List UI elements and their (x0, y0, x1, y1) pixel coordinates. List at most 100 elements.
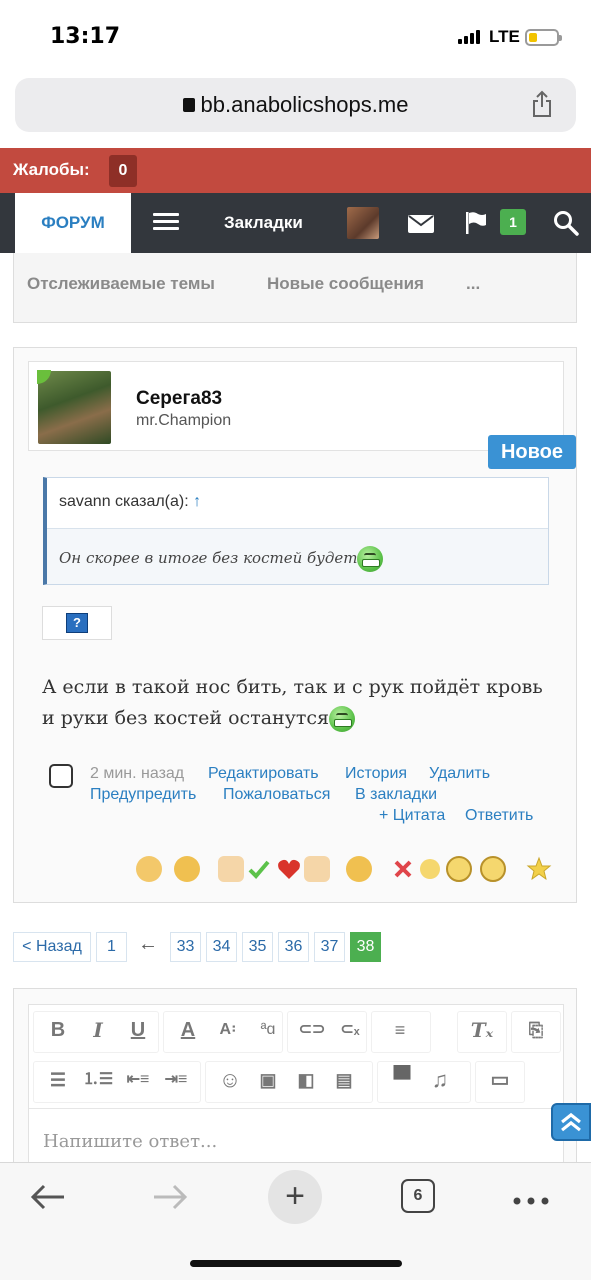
home-indicator (190, 1260, 402, 1267)
save-draft-icon[interactable]: ▭ (481, 1061, 519, 1099)
reaction-check-icon[interactable] (246, 856, 272, 882)
edit-link[interactable]: Редактировать (208, 765, 319, 783)
warn-link[interactable]: Предупредить (90, 786, 196, 804)
reaction-cool-icon[interactable] (346, 856, 372, 882)
complaints-label: Жалобы: (13, 160, 90, 179)
reaction-cross-icon[interactable] (390, 856, 416, 882)
subtab-watched-threads[interactable]: Отслеживаемые темы (27, 274, 215, 294)
battery-icon (525, 29, 562, 46)
page-prev-button[interactable]: < Назад (13, 932, 91, 962)
delete-link[interactable]: Удалить (429, 765, 490, 783)
page-link[interactable]: 37 (314, 932, 345, 962)
reaction-sad-icon[interactable] (446, 856, 472, 882)
scroll-to-top-icon[interactable] (551, 1103, 591, 1141)
quote-header: savann сказал(а): ↑ (47, 478, 548, 529)
reaction-facepalm-icon[interactable] (136, 856, 162, 882)
more-options-icon[interactable] (513, 1185, 549, 1217)
nav-bookmarks[interactable]: Закладки (224, 213, 303, 233)
mail-icon[interactable] (408, 215, 434, 233)
reaction-thumbs-down-icon[interactable] (304, 856, 330, 882)
complaints-count-badge[interactable]: 0 (109, 155, 137, 187)
reactions-bar (136, 852, 556, 888)
insert-icon[interactable]: ▤ (325, 1061, 363, 1099)
post-time[interactable]: 2 мин. назад (90, 765, 184, 783)
url-text: bb.anabolicshops.me (200, 92, 409, 117)
page-link[interactable]: 35 (242, 932, 273, 962)
signal-icon (458, 30, 480, 44)
report-link[interactable]: Пожаловаться (223, 786, 330, 804)
flag-icon[interactable] (464, 211, 488, 235)
author-name[interactable]: Серега83 (136, 388, 222, 410)
quote-bubble-icon[interactable]: ▀ (383, 1061, 421, 1099)
forward-arrow-icon[interactable] (152, 1181, 188, 1213)
share-icon[interactable] (530, 90, 554, 118)
numbered-list-icon[interactable]: ⒈☰ (79, 1061, 117, 1099)
underline-icon[interactable]: U (119, 1011, 157, 1049)
user-avatar[interactable] (347, 207, 379, 239)
unlink-icon[interactable]: ⊂ₓ (331, 1011, 369, 1049)
post-message: А если в такой нос бить, так и с рук пой… (42, 672, 552, 734)
reaction-heart-icon[interactable] (276, 856, 302, 882)
quote-text-content: Он скорее в итоге без костей будет (59, 549, 358, 567)
lock-icon (182, 98, 195, 112)
subtab-more[interactable]: ... (466, 274, 480, 294)
hamburger-menu-icon[interactable] (153, 213, 179, 231)
link-icon[interactable]: ⊂⊃ (293, 1011, 331, 1049)
back-arrow-icon[interactable] (30, 1181, 66, 1213)
search-icon[interactable] (553, 210, 579, 236)
remove-format-icon[interactable]: Tₓ (463, 1011, 501, 1049)
image-icon[interactable]: ▣ (249, 1061, 287, 1099)
page-current[interactable]: 38 (350, 932, 381, 962)
page-1-link[interactable]: 1 (96, 932, 127, 962)
bullet-list-icon[interactable]: ☰ (39, 1061, 77, 1099)
quote-source-link[interactable]: ↑ (193, 493, 201, 510)
reply-link[interactable]: Ответить (465, 807, 533, 825)
reaction-police-icon[interactable] (174, 856, 200, 882)
broken-image[interactable]: ? (42, 606, 112, 640)
reaction-smile-icon[interactable] (420, 859, 440, 879)
font-color-icon[interactable]: A (169, 1011, 207, 1049)
bookmark-link[interactable]: В закладки (355, 786, 437, 804)
bold-icon[interactable]: B (39, 1011, 77, 1049)
url-display[interactable]: bb.anabolicshops.me (15, 92, 576, 118)
font-family-icon[interactable]: ªɑ (249, 1011, 287, 1049)
select-post-checkbox[interactable] (49, 764, 73, 788)
smiley-icon[interactable]: ☺ (211, 1061, 249, 1099)
subtab-new-posts[interactable]: Новые сообщения (267, 274, 424, 294)
editor-box: B I U A A꞉ ªɑ ⊂⊃ ⊂ₓ ≡ Tₓ ⎘ ☰ ⒈☰ ⇤≡ ⇥≡ ☺ … (28, 1004, 564, 1169)
complaints-bar[interactable]: Жалобы: 0 (0, 148, 591, 193)
nav-tab-forum[interactable]: ФОРУМ (15, 193, 131, 253)
indent-icon[interactable]: ⇥≡ (157, 1061, 195, 1099)
quote-link[interactable]: + Цитата (379, 807, 445, 825)
alerts-count-badge[interactable]: 1 (500, 209, 526, 235)
author-avatar[interactable] (37, 370, 111, 444)
new-tab-plus-icon[interactable]: + (268, 1170, 322, 1224)
main-navbar: ФОРУМ Закладки 1 (0, 193, 591, 253)
quote-author: savann сказал(а): (59, 493, 189, 510)
source-code-icon[interactable]: ⎘ (517, 1011, 555, 1049)
new-post-badge: Новое (488, 435, 576, 469)
italic-icon[interactable]: I (79, 1011, 117, 1049)
media-icon[interactable]: ◧ (287, 1061, 325, 1099)
history-link[interactable]: История (345, 765, 407, 783)
status-bar: 13:17 LTE (0, 0, 591, 70)
editor-toolbar-row-2: ☰ ⒈☰ ⇤≡ ⇥≡ ☺ ▣ ◧ ▤ ▀ ♫ ▭ (29, 1055, 563, 1105)
music-icon[interactable]: ♫ (421, 1061, 459, 1099)
author-title: mr.Champion (136, 412, 232, 429)
tabs-count-button[interactable]: 6 (401, 1179, 435, 1213)
grin-emoji-icon (357, 546, 384, 572)
reaction-star-icon[interactable] (526, 856, 552, 882)
reply-input[interactable]: Напишите ответ... (29, 1108, 563, 1170)
outdent-icon[interactable]: ⇤≡ (119, 1061, 157, 1099)
address-bar[interactable]: bb.anabolicshops.me (15, 78, 576, 132)
page-link[interactable]: 33 (170, 932, 201, 962)
page-link[interactable]: 36 (278, 932, 309, 962)
reply-editor: B I U A A꞉ ªɑ ⊂⊃ ⊂ₓ ≡ Tₓ ⎘ ☰ ⒈☰ ⇤≡ ⇥≡ ☺ … (13, 988, 577, 1169)
network-type: LTE (489, 27, 520, 46)
reaction-surprised-icon[interactable] (480, 856, 506, 882)
align-icon[interactable]: ≡ (381, 1011, 419, 1049)
reaction-thumbs-up-icon[interactable] (218, 856, 244, 882)
page-jump-arrow[interactable]: ← (138, 933, 158, 956)
page-link[interactable]: 34 (206, 932, 237, 962)
font-size-icon[interactable]: A꞉ (209, 1011, 247, 1049)
